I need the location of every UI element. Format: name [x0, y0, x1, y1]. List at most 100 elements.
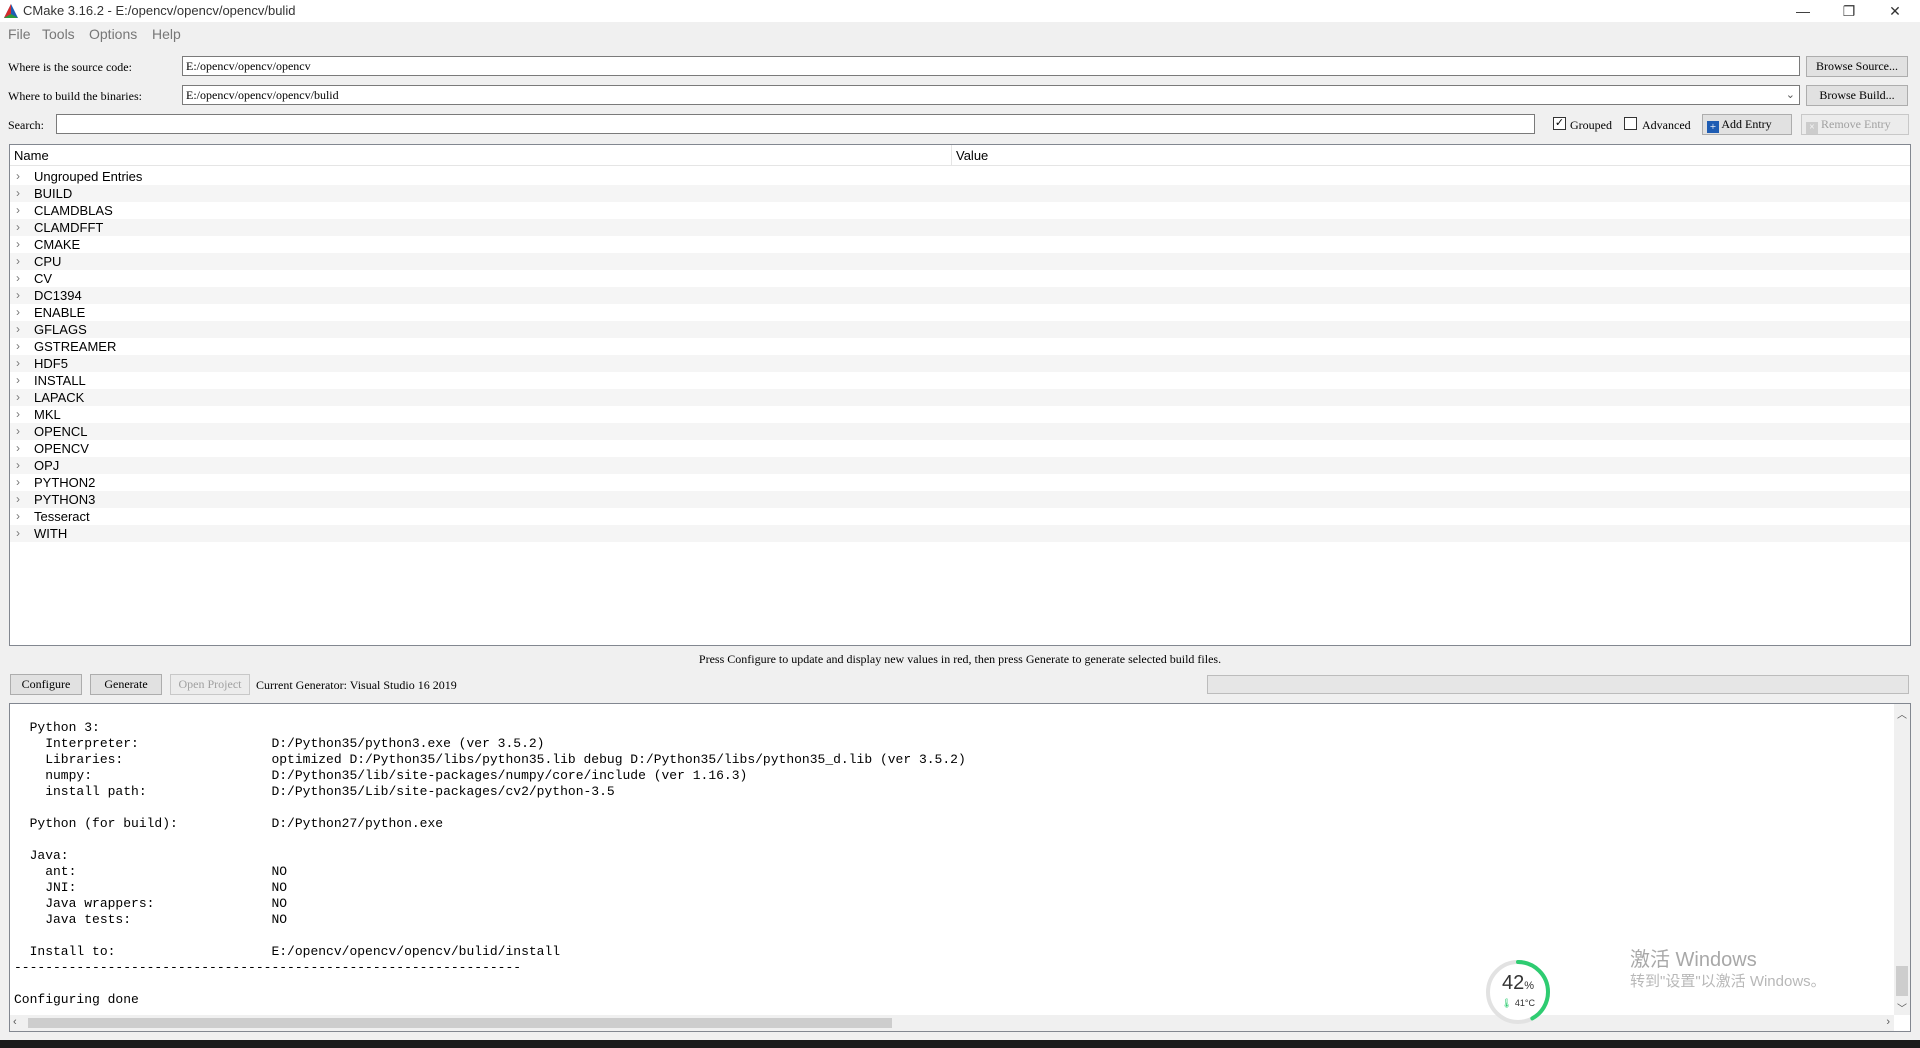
chevron-right-icon[interactable]: ›	[16, 321, 26, 338]
column-name-header[interactable]: Name	[14, 148, 49, 163]
chevron-right-icon[interactable]: ›	[16, 338, 26, 355]
chevron-right-icon[interactable]: ›	[16, 474, 26, 491]
tree-row[interactable]: › BUILD	[10, 185, 1910, 202]
thermometer-icon: 🌡	[1500, 998, 1513, 1008]
activation-watermark-title: 激活 Windows	[1630, 949, 1757, 971]
menu-options[interactable]: Options	[89, 26, 137, 42]
chevron-right-icon[interactable]: ›	[16, 491, 26, 508]
output-line: Interpreter: D:/Python35/python3.exe (ve…	[14, 736, 545, 751]
browse-build-button[interactable]: Browse Build...	[1806, 85, 1908, 106]
vertical-scrollbar[interactable]: ︿ ﹀	[1894, 704, 1910, 1015]
chevron-right-icon[interactable]: ›	[16, 406, 26, 423]
tree-row[interactable]: › CMAKE	[10, 236, 1910, 253]
chevron-right-icon[interactable]: ›	[16, 508, 26, 525]
chevron-right-icon[interactable]: ›	[16, 253, 26, 270]
tree-row[interactable]: › GFLAGS	[10, 321, 1910, 338]
column-value-header[interactable]: Value	[956, 148, 988, 163]
tree-row[interactable]: › INSTALL	[10, 372, 1910, 389]
output-lines: Python 3: Interpreter: D:/Python35/pytho…	[14, 720, 1884, 1008]
tree-row[interactable]: › DC1394	[10, 287, 1910, 304]
generate-button[interactable]: Generate	[90, 674, 162, 695]
chevron-right-icon[interactable]: ›	[16, 389, 26, 406]
tree-row-label: Tesseract	[34, 509, 90, 524]
scroll-up-icon[interactable]: ︿	[1897, 706, 1907, 721]
chevron-right-icon[interactable]: ›	[16, 457, 26, 474]
tree-row[interactable]: › OPJ	[10, 457, 1910, 474]
chevron-down-icon[interactable]: ⌄	[1786, 88, 1795, 101]
chevron-right-icon[interactable]: ›	[16, 236, 26, 253]
tree-row-label: HDF5	[34, 356, 68, 371]
tree-row-label: GSTREAMER	[34, 339, 117, 354]
menu-tools[interactable]: Tools	[42, 26, 75, 42]
grouped-checkbox[interactable]: ✓	[1553, 117, 1566, 130]
tree-row[interactable]: › PYTHON3	[10, 491, 1910, 508]
cache-tree-view[interactable]: Name Value › Ungrouped Entries › BUILD › CLAM…	[9, 144, 1911, 646]
tree-row[interactable]: › OPENCV	[10, 440, 1910, 457]
tree-row-label: CV	[34, 271, 53, 286]
close-button[interactable]: ✕	[1872, 0, 1918, 22]
tree-row[interactable]: › PYTHON2	[10, 474, 1910, 491]
output-log[interactable]: Python 3: Interpreter: D:/Python35/pytho…	[9, 703, 1911, 1032]
output-line: Libraries: optimized D:/Python35/libs/py…	[14, 752, 966, 767]
open-project-button[interactable]: Open Project	[170, 674, 250, 695]
search-input[interactable]	[56, 114, 1535, 134]
tree-row-label: CPU	[34, 254, 62, 269]
performance-widget[interactable]: 42% 🌡 41°C	[1486, 960, 1550, 1024]
source-path-input[interactable]: E:/opencv/opencv/opencv	[182, 56, 1800, 76]
chevron-right-icon[interactable]: ›	[16, 287, 26, 304]
build-path-combobox[interactable]: E:/opencv/opencv/opencv/bulid ⌄	[182, 85, 1800, 105]
chevron-right-icon[interactable]: ›	[16, 525, 26, 542]
vertical-scroll-thumb[interactable]	[1896, 966, 1908, 996]
tree-row[interactable]: › CLAMDBLAS	[10, 202, 1910, 219]
chevron-right-icon[interactable]: ›	[16, 304, 26, 321]
remove-entry-label: Remove Entry	[1821, 117, 1891, 131]
scroll-right-icon[interactable]: ›	[1886, 1016, 1890, 1028]
minimize-button[interactable]: —	[1780, 0, 1826, 22]
tree-row[interactable]: › GSTREAMER	[10, 338, 1910, 355]
add-entry-button[interactable]: + Add Entry	[1702, 114, 1792, 135]
remove-icon: ×	[1806, 122, 1818, 134]
chevron-right-icon[interactable]: ›	[16, 355, 26, 372]
column-divider[interactable]	[951, 145, 952, 166]
advanced-checkbox[interactable]	[1624, 117, 1637, 130]
tree-row[interactable]: › CV	[10, 270, 1910, 287]
tree-row-label: OPENCL	[34, 424, 88, 439]
tree-row[interactable]: › ENABLE	[10, 304, 1910, 321]
chevron-right-icon[interactable]: ›	[16, 372, 26, 389]
tree-row[interactable]: › CLAMDFFT	[10, 219, 1910, 236]
scroll-down-icon[interactable]: ﹀	[1897, 1000, 1907, 1015]
tree-row-label: PYTHON3	[34, 492, 96, 507]
plus-icon: +	[1707, 121, 1719, 133]
tree-row[interactable]: › LAPACK	[10, 389, 1910, 406]
chevron-right-icon[interactable]: ›	[16, 423, 26, 440]
tree-row-label: Ungrouped Entries	[34, 169, 143, 184]
tree-row[interactable]: › Tesseract	[10, 508, 1910, 525]
tree-row[interactable]: › WITH	[10, 525, 1910, 542]
scroll-left-icon[interactable]: ‹	[13, 1016, 17, 1028]
tree-row[interactable]: › OPENCL	[10, 423, 1910, 440]
horizontal-scroll-thumb[interactable]	[28, 1018, 892, 1028]
tree-row-label: LAPACK	[34, 390, 85, 405]
restore-button[interactable]: ❐	[1826, 0, 1872, 22]
horizontal-scrollbar[interactable]: ‹ ›	[10, 1015, 1894, 1031]
browse-source-button[interactable]: Browse Source...	[1806, 56, 1908, 77]
menu-file[interactable]: File	[8, 26, 31, 42]
chevron-right-icon[interactable]: ›	[16, 168, 26, 185]
chevron-right-icon[interactable]: ›	[16, 270, 26, 287]
chevron-right-icon[interactable]: ›	[16, 185, 26, 202]
chevron-right-icon[interactable]: ›	[16, 219, 26, 236]
chevron-right-icon[interactable]: ›	[16, 202, 26, 219]
tree-row[interactable]: › Ungrouped Entries	[10, 168, 1910, 185]
configure-button[interactable]: Configure	[10, 674, 82, 695]
activation-watermark-subtitle: 转到"设置"以激活 Windows。	[1630, 973, 1826, 990]
output-line: Python (for build): D:/Python27/python.e…	[14, 816, 444, 831]
menu-help[interactable]: Help	[152, 26, 181, 42]
tree-row[interactable]: › MKL	[10, 406, 1910, 423]
chevron-right-icon[interactable]: ›	[16, 440, 26, 457]
tree-row[interactable]: › HDF5	[10, 355, 1910, 372]
remove-entry-button[interactable]: × Remove Entry	[1801, 114, 1909, 135]
tree-row[interactable]: › CPU	[10, 253, 1910, 270]
output-line: install path: D:/Python35/Lib/site-packa…	[14, 784, 615, 799]
